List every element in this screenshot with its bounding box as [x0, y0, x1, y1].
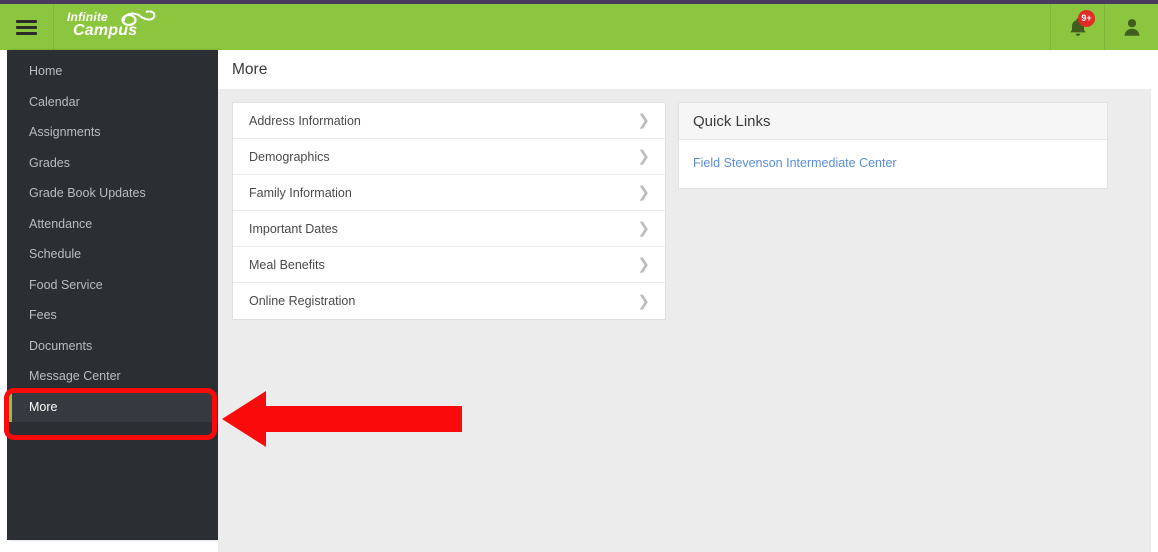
list-item-label: Important Dates [249, 221, 338, 236]
sidebar-item-fees[interactable]: Fees [7, 300, 218, 331]
sidebar-nav: Home Calendar Assignments Grades Grade B… [7, 50, 218, 540]
notifications-button[interactable]: 9+ [1050, 4, 1104, 50]
chevron-right-icon: ❯ [637, 292, 650, 310]
sidebar-item-more[interactable]: More [7, 391, 218, 422]
list-item-important-dates[interactable]: Important Dates ❯ [233, 211, 665, 247]
hamburger-menu-icon[interactable] [0, 4, 54, 50]
sidebar-item-attendance[interactable]: Attendance [7, 209, 218, 240]
quick-links-card: Quick Links Field Stevenson Intermediate… [678, 102, 1108, 189]
chevron-right-icon: ❯ [637, 220, 650, 237]
sidebar-item-documents[interactable]: Documents [7, 331, 218, 362]
infinity-swoosh-icon [121, 10, 156, 27]
sidebar-item-grade-book-updates[interactable]: Grade Book Updates [7, 178, 218, 209]
sidebar-item-label: Schedule [29, 247, 82, 262]
content-columns: Address Information ❯ Demographics ❯ Fam… [218, 89, 1151, 320]
sidebar-item-assignments[interactable]: Assignments [7, 117, 218, 148]
sidebar-item-label: Documents [29, 338, 93, 353]
list-item-label: Address Information [249, 113, 361, 128]
sidebar-item-schedule[interactable]: Schedule [7, 239, 218, 270]
more-options-list: Address Information ❯ Demographics ❯ Fam… [232, 102, 666, 320]
list-item-family-information[interactable]: Family Information ❯ [233, 175, 665, 211]
user-account-icon [1124, 18, 1139, 36]
main-content: More Address Information ❯ Demographics … [218, 50, 1151, 552]
app-screen: Infinite Campus 9+ Home Calendar Assignm… [0, 0, 1158, 552]
page-title-bar: More [218, 50, 1151, 89]
sidebar-item-label: More [29, 399, 58, 414]
chevron-right-icon: ❯ [637, 148, 650, 165]
quick-links-title: Quick Links [693, 112, 771, 130]
quick-links-header: Quick Links [679, 103, 1107, 140]
notification-badge: 9+ [1078, 10, 1095, 27]
sidebar-item-label: Calendar [29, 94, 80, 109]
list-item-online-registration[interactable]: Online Registration ❯ [233, 283, 665, 319]
list-item-label: Demographics [249, 149, 330, 164]
sidebar-item-label: Message Center [29, 369, 121, 384]
sidebar-item-label: Grade Book Updates [29, 186, 146, 201]
list-item-label: Online Registration [249, 294, 356, 308]
page-title: More [232, 60, 268, 78]
app-header: Infinite Campus 9+ [0, 4, 1158, 50]
sidebar-item-message-center[interactable]: Message Center [7, 361, 218, 392]
sidebar-item-label: Fees [29, 308, 57, 323]
sidebar-item-label: Home [29, 64, 63, 79]
sidebar-item-label: Food Service [29, 277, 103, 292]
quick-links-body: Field Stevenson Intermediate Center [679, 140, 1107, 188]
chevron-right-icon: ❯ [637, 256, 650, 273]
sidebar-item-calendar[interactable]: Calendar [7, 87, 218, 118]
sidebar-item-food-service[interactable]: Food Service [7, 270, 218, 301]
sidebar-item-label: Assignments [29, 125, 101, 140]
list-item-demographics[interactable]: Demographics ❯ [233, 139, 665, 175]
quick-link-field-stevenson-intermediate-center[interactable]: Field Stevenson Intermediate Center [693, 156, 897, 170]
sidebar-item-label: Grades [29, 155, 70, 170]
list-item-label: Family Information [249, 185, 352, 200]
app-logo: Infinite Campus [66, 10, 158, 44]
sidebar-item-label: Attendance [29, 216, 93, 231]
list-item-meal-benefits[interactable]: Meal Benefits ❯ [233, 247, 665, 283]
list-item-address-information[interactable]: Address Information ❯ [233, 103, 665, 139]
chevron-right-icon: ❯ [637, 184, 650, 201]
chevron-right-icon: ❯ [637, 112, 650, 129]
user-account-button[interactable] [1104, 4, 1158, 50]
sidebar-item-home[interactable]: Home [7, 56, 218, 87]
list-item-label: Meal Benefits [249, 257, 325, 272]
sidebar-item-grades[interactable]: Grades [7, 148, 218, 179]
